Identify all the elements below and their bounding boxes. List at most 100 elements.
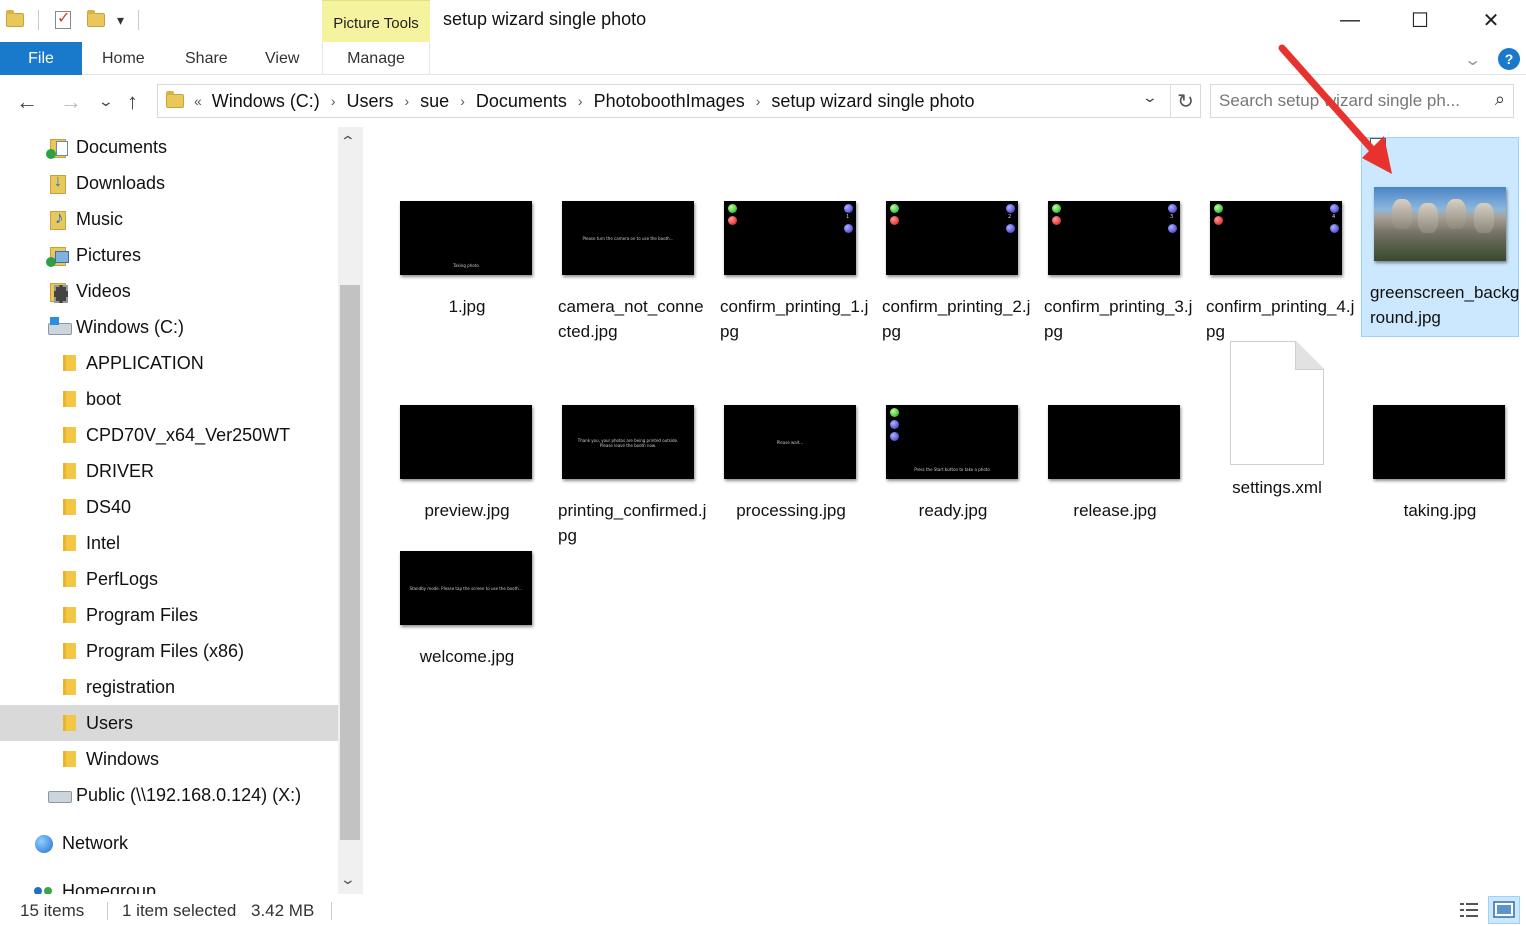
- up-button[interactable]: ↑: [127, 89, 138, 115]
- nav-item[interactable]: boot: [0, 381, 338, 417]
- nav-item[interactable]: APPLICATION: [0, 345, 338, 381]
- breadcrumb-current-folder[interactable]: setup wizard single photo: [767, 91, 978, 112]
- tab-home[interactable]: Home: [102, 42, 145, 75]
- image-thumbnail: [1373, 405, 1505, 479]
- breadcrumb-users[interactable]: Users: [342, 91, 397, 112]
- minimize-button[interactable]: —: [1315, 0, 1385, 40]
- nav-item[interactable]: PerfLogs: [0, 561, 338, 597]
- back-button[interactable]: ←: [16, 89, 38, 115]
- details-view-button[interactable]: [1457, 898, 1481, 922]
- nav-item[interactable]: Downloads: [0, 165, 338, 201]
- nav-item[interactable]: Program Files (x86): [0, 633, 338, 669]
- maximize-button[interactable]: ☐: [1385, 0, 1455, 40]
- title-bar: ▾ Picture Tools setup wizard single phot…: [0, 0, 1526, 42]
- nav-item[interactable]: Program Files: [0, 597, 338, 633]
- nav-item[interactable]: Music: [0, 201, 338, 237]
- customize-qat-dropdown-icon[interactable]: ▾: [117, 12, 124, 29]
- file-item[interactable]: 4 confirm_printing_4.jpg: [1198, 137, 1356, 349]
- nav-item[interactable]: DS40: [0, 489, 338, 525]
- nav-item[interactable]: Pictures: [0, 237, 338, 273]
- tab-file[interactable]: File: [0, 42, 82, 75]
- scroll-up-button[interactable]: ⌃: [340, 133, 356, 150]
- thumbnail-number: 1: [846, 214, 850, 220]
- chevron-right-icon[interactable]: ›: [398, 93, 417, 109]
- documents-icon: [46, 137, 68, 159]
- expand-ribbon-icon[interactable]: ⌄: [1463, 50, 1482, 70]
- recent-locations-button[interactable]: ⌄: [98, 93, 114, 110]
- address-dropdown-icon[interactable]: ⌄: [1142, 89, 1158, 106]
- breadcrumb-photoboothimages[interactable]: PhotoboothImages: [590, 91, 749, 112]
- folder-icon[interactable]: [6, 10, 24, 27]
- search-box[interactable]: ⌕: [1210, 84, 1514, 118]
- chevron-right-icon[interactable]: ›: [453, 93, 472, 109]
- selection-checkbox[interactable]: [1370, 138, 1386, 154]
- nav-item-label: boot: [86, 388, 122, 409]
- navigation-scrollbar[interactable]: ⌃ ⌄: [338, 127, 363, 894]
- breadcrumb-sue[interactable]: sue: [416, 91, 453, 112]
- scroll-thumb[interactable]: [340, 285, 360, 840]
- image-thumbnail: Please wait...: [724, 405, 856, 479]
- address-bar[interactable]: « Windows (C:) › Users › sue › Documents…: [157, 84, 1201, 118]
- nav-item[interactable]: Intel: [0, 525, 338, 561]
- thumbnail-number: 2: [1008, 214, 1012, 220]
- nav-item-label: Pictures: [76, 244, 142, 265]
- file-item[interactable]: Standby mode. Please tap the screen to u…: [388, 487, 546, 699]
- file-item[interactable]: taking.jpg: [1361, 341, 1519, 553]
- large-icons-view-button[interactable]: [1488, 896, 1520, 924]
- file-name: 1.jpg: [448, 297, 486, 316]
- nav-item[interactable]: Videos: [0, 273, 338, 309]
- nav-item[interactable]: Windows (C:): [0, 309, 338, 345]
- red-button-dot: [1214, 216, 1223, 225]
- search-input[interactable]: [1219, 89, 1481, 113]
- green-button-dot: [890, 408, 899, 417]
- file-item[interactable]: Please turn the camera on to use the boo…: [550, 137, 708, 349]
- breadcrumb-windows-c[interactable]: Windows (C:): [208, 91, 324, 112]
- chevron-right-icon[interactable]: ›: [749, 93, 768, 109]
- file-item[interactable]: Please wait... processing.jpg: [712, 341, 870, 553]
- forward-button[interactable]: →: [60, 89, 82, 115]
- scroll-down-button[interactable]: ⌄: [340, 871, 356, 888]
- nav-item[interactable]: Windows: [0, 741, 338, 777]
- nav-item[interactable]: Users: [0, 705, 338, 741]
- file-item[interactable]: Taking photo 1.jpg: [388, 137, 546, 349]
- navigation-row: ← → ⌄ ↑ « Windows (C:) › Users › sue › D…: [0, 75, 1526, 127]
- red-button-dot: [728, 216, 737, 225]
- nav-item-label: registration: [86, 676, 176, 697]
- nav-item[interactable]: Network: [0, 825, 338, 861]
- close-button[interactable]: ✕: [1456, 0, 1526, 40]
- nav-item[interactable]: CPD70V_x64_Ver250WT: [0, 417, 338, 453]
- file-item[interactable]: greenscreen_background.jpg: [1361, 137, 1519, 337]
- folder-icon: [58, 749, 78, 769]
- tab-manage[interactable]: Manage: [322, 42, 430, 75]
- nav-item[interactable]: Homegroup: [0, 873, 338, 894]
- tab-share[interactable]: Share: [185, 42, 228, 75]
- nav-item[interactable]: DRIVER: [0, 453, 338, 489]
- nav-item[interactable]: Public (\\192.168.0.124) (X:): [0, 777, 338, 813]
- nav-item-label: PerfLogs: [86, 568, 159, 589]
- file-item[interactable]: release.jpg: [1036, 341, 1194, 553]
- file-item[interactable]: 2 confirm_printing_2.jpg: [874, 137, 1032, 349]
- breadcrumb-overflow[interactable]: «: [194, 93, 208, 109]
- window-title: setup wizard single photo: [443, 9, 647, 29]
- chevron-right-icon[interactable]: ›: [571, 93, 590, 109]
- refresh-button[interactable]: ↻: [1170, 85, 1200, 117]
- folder-icon: [58, 677, 78, 697]
- file-item[interactable]: settings.xml: [1198, 341, 1356, 566]
- nav-item[interactable]: registration: [0, 669, 338, 705]
- file-item[interactable]: 1 confirm_printing_1.jpg: [712, 137, 870, 349]
- help-icon[interactable]: ?: [1498, 48, 1520, 70]
- file-name: taking.jpg: [1403, 501, 1477, 520]
- nav-item-label: Network: [62, 832, 129, 853]
- search-icon[interactable]: ⌕: [1495, 89, 1505, 110]
- breadcrumb-documents[interactable]: Documents: [472, 91, 571, 112]
- red-button-dot: [890, 216, 899, 225]
- properties-icon[interactable]: [55, 8, 71, 29]
- file-item[interactable]: 3 confirm_printing_3.jpg: [1036, 137, 1194, 349]
- nav-item[interactable]: Documents: [0, 129, 338, 165]
- file-item[interactable]: Press the Start button to take a photo re…: [874, 341, 1032, 553]
- file-item[interactable]: Thank you, your photos are being printed…: [550, 341, 708, 553]
- new-folder-icon[interactable]: [87, 10, 105, 27]
- chevron-right-icon[interactable]: ›: [324, 93, 343, 109]
- tab-view[interactable]: View: [265, 42, 299, 75]
- drive-icon: [48, 317, 72, 337]
